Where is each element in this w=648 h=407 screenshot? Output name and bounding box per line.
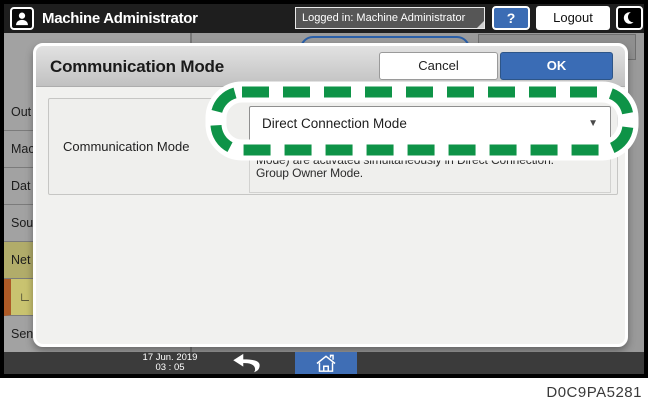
help-button[interactable]: ? bbox=[492, 6, 530, 30]
dialog-header: Communication Mode Cancel OK bbox=[36, 46, 625, 87]
login-user-title: Machine Administrator bbox=[42, 10, 198, 27]
ok-button[interactable]: OK bbox=[500, 52, 613, 80]
bottom-bar: 17 Jun. 2019 03 : 05 bbox=[4, 352, 644, 374]
corner-fold-icon bbox=[477, 21, 484, 28]
crescent-moon-icon bbox=[623, 11, 638, 24]
user-icon[interactable] bbox=[10, 7, 34, 30]
dialog-title: Communication Mode bbox=[50, 57, 224, 76]
back-button[interactable] bbox=[214, 352, 278, 374]
home-icon bbox=[316, 354, 336, 372]
date-time-display: 17 Jun. 2019 03 : 05 bbox=[120, 353, 220, 373]
description-line: Group Owner Mode. bbox=[256, 166, 364, 180]
field-label: Communication Mode bbox=[63, 139, 190, 154]
logged-in-label: Logged in: Machine Administrator bbox=[302, 12, 466, 24]
top-bar: Machine Administrator Logged in: Machine… bbox=[4, 4, 644, 33]
logout-button[interactable]: Logout bbox=[536, 6, 610, 30]
field-description: Mode) are activated simultaneously in Di… bbox=[249, 145, 611, 193]
home-button[interactable] bbox=[295, 352, 357, 374]
back-arrow-icon bbox=[233, 353, 260, 373]
communication-mode-row: Communication Mode Direct Connection Mod… bbox=[48, 98, 618, 195]
figure-caption: D0C9PA5281 bbox=[546, 384, 642, 401]
time-label: 03 : 05 bbox=[155, 362, 185, 373]
logged-in-status[interactable]: Logged in: Machine Administrator bbox=[295, 7, 485, 29]
dropdown-arrow-icon: ▼ bbox=[588, 118, 598, 129]
cancel-button[interactable]: Cancel bbox=[379, 52, 498, 80]
dropdown-selected-value: Direct Connection Mode bbox=[262, 116, 407, 131]
touch-screen: ⚙ ⚙ System Settings Out Mac Dat Sou Net … bbox=[4, 4, 644, 374]
communication-mode-dialog: Communication Mode Cancel OK Communicati… bbox=[33, 43, 628, 347]
energy-saver-button[interactable] bbox=[616, 6, 643, 30]
communication-mode-dropdown[interactable]: Direct Connection Mode ▼ bbox=[249, 106, 611, 142]
